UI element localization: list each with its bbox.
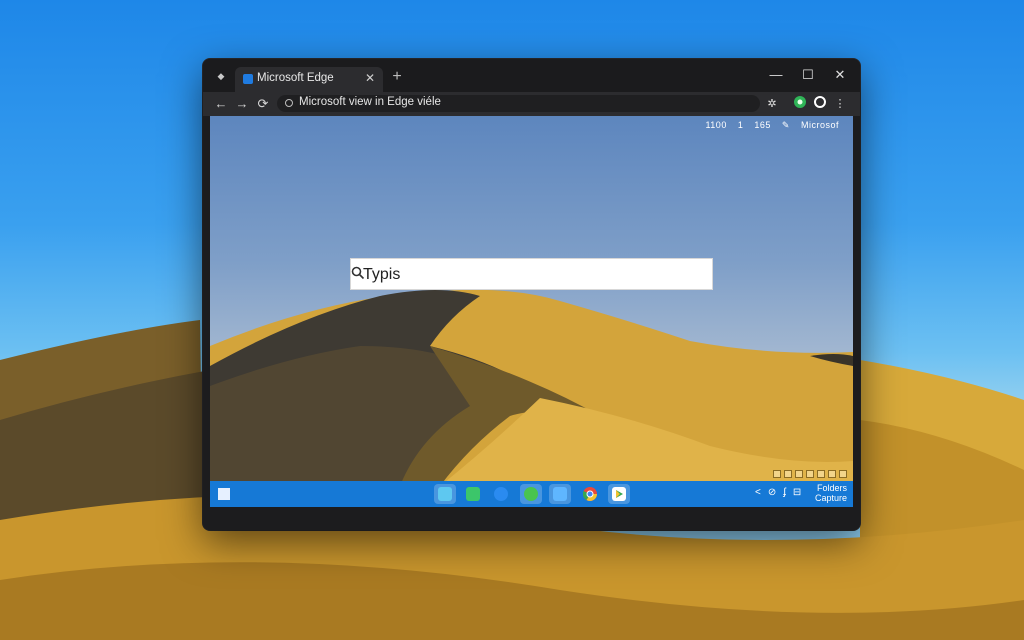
desktop-icon[interactable] bbox=[795, 470, 803, 478]
whatsapp-icon bbox=[524, 487, 538, 501]
tray-display-icon[interactable]: ⊟ bbox=[793, 487, 801, 498]
chrome-icon bbox=[583, 487, 597, 501]
start-icon[interactable] bbox=[218, 488, 230, 500]
info-item: Microsof bbox=[800, 120, 839, 130]
tab-bar: ◆ Microsoft Edge ✕ + — ☐ ✕ bbox=[203, 59, 860, 92]
new-tab-button[interactable]: + bbox=[388, 68, 406, 86]
search-box[interactable] bbox=[350, 258, 713, 291]
desktop-icon[interactable] bbox=[839, 470, 847, 478]
maximize-button[interactable]: ☐ bbox=[793, 65, 823, 85]
desktop-icon[interactable] bbox=[806, 470, 814, 478]
edge-icon bbox=[243, 74, 253, 84]
minimize-button[interactable]: — bbox=[761, 65, 791, 85]
refresh-button[interactable]: ⟳ bbox=[254, 95, 272, 113]
window-bottom-bar bbox=[210, 507, 853, 530]
page-top-info: 1100 1 165 ✎ Microsof bbox=[697, 120, 839, 131]
taskbar-app-chrome[interactable] bbox=[579, 484, 601, 504]
clock-line-2: Capture bbox=[814, 493, 847, 503]
url-text: Microsoft view in Edge viéle bbox=[299, 96, 441, 108]
tab-close-icon[interactable]: ✕ bbox=[365, 71, 375, 85]
tab-microsoft-edge[interactable]: Microsoft Edge ✕ bbox=[235, 67, 383, 92]
tray-pen-icon[interactable]: ʄ bbox=[783, 487, 786, 498]
taskbar-app-play-store[interactable] bbox=[608, 484, 630, 504]
chat-icon bbox=[438, 487, 452, 501]
taskbar-app-store[interactable] bbox=[549, 484, 571, 504]
tab-actions-icon[interactable]: ◆ bbox=[215, 70, 227, 82]
taskbar: < ⊘ ʄ ⊟ Folders Capture bbox=[210, 481, 853, 507]
desktop-icon[interactable] bbox=[784, 470, 792, 478]
store-icon bbox=[553, 487, 567, 501]
xbox-icon bbox=[494, 487, 508, 501]
taskbar-app-messages[interactable] bbox=[462, 484, 484, 504]
tab-title: Microsoft Edge bbox=[257, 72, 334, 84]
info-item: 1 bbox=[737, 120, 744, 130]
dune-wallpaper bbox=[210, 289, 853, 530]
back-button[interactable]: ← bbox=[212, 95, 230, 113]
edit-icon[interactable]: ✎ bbox=[782, 120, 790, 130]
desktop-icon[interactable] bbox=[817, 470, 825, 478]
favorites-icon[interactable]: ✲ bbox=[764, 96, 780, 112]
taskbar-app-whatsapp[interactable] bbox=[520, 484, 542, 504]
more-icon[interactable]: ⋮ bbox=[832, 96, 848, 112]
page-content: 1100 1 165 ✎ Microsof Typis < ⊘ ʄ ⊟ Fold… bbox=[210, 116, 853, 530]
close-button[interactable]: ✕ bbox=[825, 65, 855, 85]
taskbar-clock[interactable]: Folders Capture bbox=[815, 483, 847, 503]
taskbar-app-xbox[interactable] bbox=[490, 484, 512, 504]
search-input[interactable] bbox=[351, 259, 685, 291]
tray-chevron-icon[interactable]: < bbox=[755, 487, 761, 498]
search-icon[interactable] bbox=[351, 266, 365, 280]
site-info-icon[interactable] bbox=[285, 99, 293, 107]
play-store-icon bbox=[612, 487, 626, 501]
info-item: 165 bbox=[754, 120, 771, 130]
address-bar: ← → ⟳ Microsoft view in Edge viéle ✲ ⋮ bbox=[203, 92, 860, 116]
browser-window: ◆ Microsoft Edge ✕ + — ☐ ✕ ← → ⟳ Microso… bbox=[203, 59, 860, 530]
forward-button[interactable]: → bbox=[233, 95, 251, 113]
copilot-icon[interactable] bbox=[812, 96, 828, 112]
tray-network-icon[interactable]: ⊘ bbox=[768, 487, 776, 498]
taskbar-app-chat[interactable] bbox=[434, 484, 456, 504]
messages-icon bbox=[466, 487, 480, 501]
info-item: 1100 bbox=[705, 120, 727, 130]
url-field[interactable]: Microsoft view in Edge viéle bbox=[277, 95, 760, 112]
desktop-icon[interactable] bbox=[773, 470, 781, 478]
desktop-icon[interactable] bbox=[828, 470, 836, 478]
system-tray: < ⊘ ʄ ⊟ bbox=[755, 487, 808, 498]
desktop-icon-row bbox=[770, 465, 847, 478]
extension-icon[interactable] bbox=[792, 96, 808, 112]
clock-line-1: Folders bbox=[816, 483, 847, 493]
